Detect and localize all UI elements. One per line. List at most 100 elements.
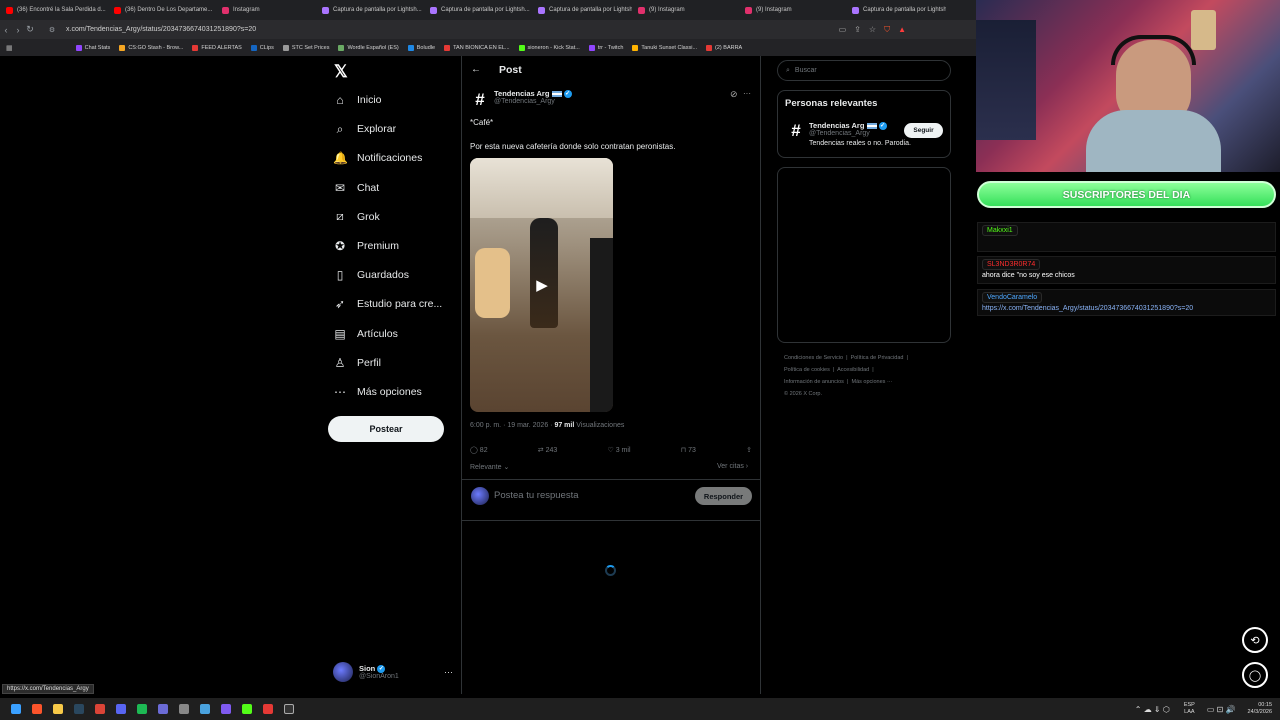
chrome-icon[interactable] xyxy=(95,704,105,714)
bookmark-item[interactable]: STC Set Prices xyxy=(282,44,329,51)
discord-icon[interactable] xyxy=(116,704,126,714)
language-indicator[interactable]: ESP LAA xyxy=(1184,702,1195,716)
grok-icon[interactable]: ⊘ xyxy=(730,89,738,100)
author-name[interactable]: Tendencias Arg xyxy=(494,89,549,98)
nav-item-inicio[interactable]: ⌂ Inicio xyxy=(333,90,381,110)
spotify-icon[interactable] xyxy=(137,704,147,714)
chat-username[interactable]: SL3ND3R0R74 xyxy=(982,259,1041,270)
forward-icon[interactable]: › xyxy=(12,25,24,35)
brave-browser-icon[interactable] xyxy=(32,704,42,714)
repost-action[interactable]: ⇄ 243 xyxy=(538,446,558,454)
play-icon[interactable]: ▶ xyxy=(532,275,552,295)
reply-input[interactable]: Postea tu respuesta xyxy=(494,490,579,501)
chat-username[interactable]: VendoCaramelo xyxy=(982,292,1043,303)
post-time[interactable]: 6:00 p. m. · 19 mar. 2026 · xyxy=(470,422,554,429)
nav-label: Notificaciones xyxy=(357,152,423,165)
bookmark-item[interactable]: trr - Twitch xyxy=(588,44,623,51)
bookmark-item[interactable]: Boludle xyxy=(407,44,435,51)
app-icon[interactable] xyxy=(179,704,189,714)
post-video[interactable]: ▶ xyxy=(470,158,613,412)
nav-item-chat[interactable]: ✉ Chat xyxy=(333,178,379,198)
brave-rewards-icon[interactable]: ▲ xyxy=(898,25,906,35)
nav-item-notificaciones[interactable]: 🔔 Notificaciones xyxy=(333,148,422,168)
more-icon[interactable]: ··· xyxy=(743,89,751,98)
app-icon[interactable] xyxy=(200,704,210,714)
footer-link[interactable]: Más opciones ··· xyxy=(851,379,892,385)
nav-item-grok[interactable]: ⧄ Grok xyxy=(333,207,380,227)
bookmark-item[interactable]: (2) BARRA xyxy=(706,44,742,51)
bookmark-item[interactable]: Wordle Español (ES) xyxy=(338,44,399,51)
follow-button[interactable]: Seguir xyxy=(904,123,943,138)
nav-item-explorar[interactable]: ⌕ Explorar xyxy=(333,119,396,139)
footer-link[interactable]: Información de anuncios xyxy=(784,379,844,385)
nav-item-más-opciones[interactable]: ⋯ Más opciones xyxy=(333,382,422,402)
back-icon[interactable]: ‹ xyxy=(0,25,12,35)
browser-tab[interactable]: (36) Dentro De Los Departame... xyxy=(108,0,216,20)
share-icon[interactable]: ⇪ xyxy=(854,25,861,35)
browser-tab[interactable]: Captura de pantalla por Lightsh... xyxy=(424,0,532,20)
sort-dropdown[interactable]: Relevante ⌄ xyxy=(470,463,509,471)
bookmark-item[interactable]: TAN BIONICA EN EL... xyxy=(444,44,510,51)
account-switcher[interactable]: Sion ✓ @SionAron1 ··· xyxy=(333,660,453,684)
bookmark-item[interactable]: CS:GO Stash - Brow... xyxy=(119,44,183,51)
browser-tab[interactable]: (9) Instagram xyxy=(632,0,739,20)
browser-tab[interactable]: (36) Encontré la Sala Perdida d... xyxy=(0,0,108,20)
reload-icon[interactable]: ↻ xyxy=(24,24,36,35)
bookmark-star-icon[interactable]: ☆ xyxy=(869,25,876,35)
app-icon[interactable] xyxy=(158,704,168,714)
system-icons[interactable]: ▭ ⊡ 🔊 xyxy=(1207,705,1236,714)
cast-icon[interactable]: ▭ xyxy=(839,25,847,35)
steam-icon[interactable] xyxy=(74,704,84,714)
bookmark-item[interactable]: Chat Stats xyxy=(75,44,110,51)
footer-link[interactable]: Condiciones de Servicio xyxy=(784,355,843,361)
clock[interactable]: 00:15 24/3/2026 xyxy=(1248,702,1272,716)
author-avatar[interactable]: # xyxy=(470,90,490,110)
browser-tab[interactable]: Captura de pantalla por Lightsh... xyxy=(532,0,632,20)
back-arrow-icon[interactable]: ← xyxy=(471,64,481,75)
nav-item-guardados[interactable]: ▯ Guardados xyxy=(333,265,409,285)
browser-tab[interactable]: Captura de pantalla por Lightsh... xyxy=(846,0,946,20)
nav-item-estudio-para-cre-[interactable]: ➶ Estudio para cre... xyxy=(333,294,442,314)
bookmark-item[interactable]: FEED ALERTAS xyxy=(192,44,242,51)
chat-username[interactable]: Makxxi1 xyxy=(982,225,1018,236)
footer-link[interactable]: Política de Privacidad xyxy=(851,355,904,361)
like-action[interactable]: ♡ 3 mil xyxy=(607,446,630,454)
brave-shield-icon[interactable]: ⛉ xyxy=(884,25,890,35)
author-handle[interactable]: @Tendencias_Argy xyxy=(494,98,572,105)
view-quotes-link[interactable]: Ver citas › xyxy=(717,463,748,470)
app-icon[interactable] xyxy=(263,704,273,714)
bookmark-action[interactable]: ⊓ 73 xyxy=(681,446,696,454)
browser-tab[interactable]: (9) Instagram xyxy=(739,0,846,20)
tray-icons[interactable]: ⌃ ☁ ⇓ ⬡ xyxy=(1135,705,1170,714)
apps-grid-icon[interactable]: ▦ xyxy=(6,44,13,52)
browser-tab[interactable]: Instagram xyxy=(216,0,316,20)
reply-action[interactable]: ◯ 82 xyxy=(470,446,488,454)
browser-tab[interactable]: Captura de pantalla por Lightsh... xyxy=(316,0,424,20)
more-icon[interactable]: ··· xyxy=(444,667,453,677)
site-settings-icon[interactable]: ⚙ xyxy=(46,26,58,34)
footer-link[interactable]: Accesibilidad xyxy=(837,367,869,373)
relevant-avatar[interactable]: # xyxy=(786,121,806,141)
footer-link[interactable]: Política de cookies xyxy=(784,367,830,373)
windows-start-icon[interactable] xyxy=(11,704,21,714)
logitech-icon[interactable] xyxy=(284,704,294,714)
search-input[interactable]: ⌕ Buscar xyxy=(777,60,951,81)
nav-item-artículos[interactable]: ▤ Artículos xyxy=(333,324,398,344)
address-bar[interactable]: x.com/Tendencias_Argy/status/20347366740… xyxy=(66,26,839,33)
relevant-name[interactable]: Tendencias Arg xyxy=(809,121,864,130)
sync-icon[interactable]: ⟲ xyxy=(1242,627,1268,653)
app-icon[interactable] xyxy=(221,704,231,714)
x-logo-icon[interactable]: 𝕏 xyxy=(334,62,348,82)
share-icon[interactable]: ⇪ xyxy=(746,446,752,454)
folder-icon[interactable] xyxy=(53,704,63,714)
post-button[interactable]: Postear xyxy=(328,416,444,442)
bookmark-item[interactable]: CLips xyxy=(250,44,274,51)
kick-icon[interactable] xyxy=(242,704,252,714)
chat-text[interactable]: https://x.com/Tendencias_Argy/status/203… xyxy=(982,305,1271,312)
bookmark-item[interactable]: sioneron - Kick Stat... xyxy=(518,44,580,51)
nav-item-premium[interactable]: ✪ Premium xyxy=(333,236,399,256)
bookmark-item[interactable]: Tanuki Sunset Classi... xyxy=(632,44,697,51)
chat-bubble-icon[interactable]: ◯ xyxy=(1242,662,1268,688)
nav-item-perfil[interactable]: ♙ Perfil xyxy=(333,353,381,373)
reply-button[interactable]: Responder xyxy=(695,487,752,505)
